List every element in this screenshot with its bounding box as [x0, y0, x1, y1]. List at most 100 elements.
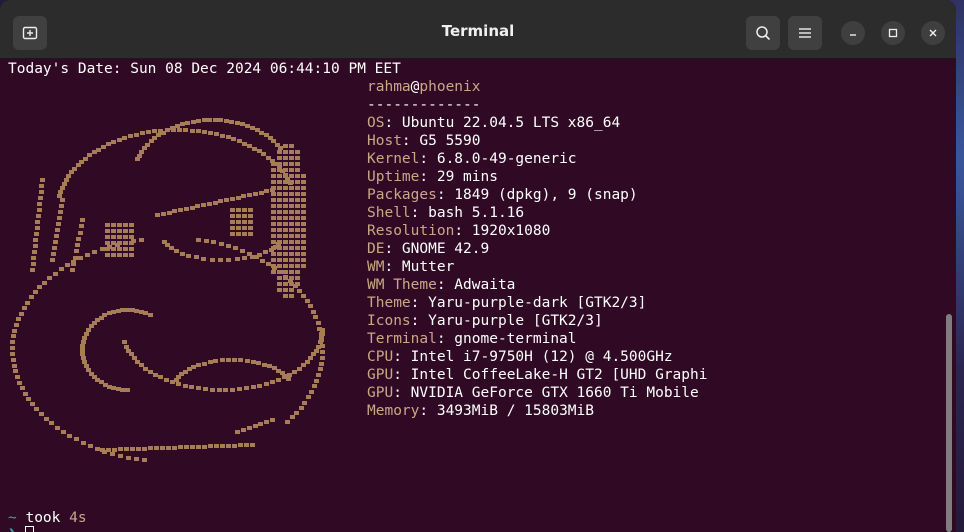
art-dot — [105, 235, 110, 239]
art-dot — [105, 247, 110, 251]
art-dot — [305, 299, 310, 303]
art-dot — [92, 250, 97, 254]
art-dot — [55, 426, 60, 430]
art-dot — [289, 180, 294, 184]
close-icon — [929, 29, 937, 37]
art-dot — [244, 386, 249, 390]
art-dot — [264, 420, 269, 424]
info-key: Icons — [367, 313, 411, 329]
art-dot — [283, 270, 288, 274]
art-dot — [289, 144, 294, 148]
art-dot — [283, 246, 288, 250]
info-value: : Intel i7-9750H (12) @ 4.500GHz — [393, 349, 673, 365]
art-dot — [283, 282, 288, 286]
art-dot — [180, 252, 185, 256]
art-dot — [56, 222, 61, 226]
info-value: : G5 5590 — [401, 133, 481, 149]
art-dot — [213, 359, 218, 363]
info-value: : Yaru-purple-dark [GTK2/3] — [410, 295, 647, 311]
art-dot — [35, 220, 40, 224]
art-dot — [283, 222, 288, 226]
art-dot — [316, 373, 321, 377]
art-dot — [125, 388, 130, 392]
art-dot — [226, 444, 231, 448]
art-dot — [295, 282, 300, 286]
close-button[interactable] — [921, 21, 945, 45]
art-dot — [44, 417, 49, 421]
art-dot — [220, 134, 225, 138]
art-dot — [208, 131, 213, 135]
art-dot — [283, 294, 288, 298]
info-value: : 1920x1080 — [454, 223, 551, 239]
art-dot — [285, 420, 290, 424]
art-dot — [42, 281, 47, 285]
maximize-icon — [888, 28, 898, 38]
art-dot — [289, 246, 294, 250]
art-dot — [137, 154, 142, 158]
art-dot — [301, 186, 306, 190]
art-dot — [217, 388, 222, 392]
art-dot — [124, 447, 129, 451]
art-dot — [19, 312, 24, 316]
art-dot — [139, 238, 144, 242]
art-dot — [301, 228, 306, 232]
art-dot — [235, 430, 240, 434]
info-value: : gnome-terminal — [436, 331, 577, 347]
menu-button[interactable] — [788, 16, 822, 50]
art-dot — [33, 238, 38, 242]
art-dot — [277, 252, 282, 256]
art-dot — [195, 204, 200, 208]
art-dot — [172, 209, 177, 213]
art-dot — [136, 447, 141, 451]
art-dot — [172, 446, 177, 450]
art-dot — [289, 240, 294, 244]
art-dot — [37, 208, 42, 212]
art-dot — [74, 437, 79, 441]
art-dot — [146, 130, 151, 134]
art-dot — [271, 180, 276, 184]
art-dot — [295, 156, 300, 160]
art-dot — [295, 198, 300, 202]
minimize-button[interactable] — [841, 21, 865, 45]
art-dot — [277, 186, 282, 190]
art-dot — [301, 258, 306, 262]
art-dot — [277, 162, 282, 166]
art-dot — [223, 388, 228, 392]
art-dot — [134, 457, 139, 461]
maximize-button[interactable] — [881, 21, 905, 45]
info-key: GPU — [367, 385, 394, 401]
art-dot — [148, 313, 153, 317]
art-dot — [105, 229, 110, 233]
art-dot — [271, 216, 276, 220]
art-dot — [242, 256, 247, 260]
art-dot — [20, 386, 25, 390]
art-dot — [301, 252, 306, 256]
search-button[interactable] — [746, 16, 780, 50]
separator-line: ------------- — [367, 97, 481, 113]
art-dot — [289, 276, 294, 280]
art-dot — [295, 150, 300, 154]
art-dot — [318, 367, 323, 371]
input-line[interactable]: ❯ — [8, 525, 35, 532]
art-dot — [238, 443, 243, 447]
art-dot — [73, 256, 78, 260]
terminal-output[interactable]: Today's Date: Sun 08 Dec 2024 06:44:10 P… — [0, 58, 956, 532]
art-dot — [295, 240, 300, 244]
art-dot — [250, 443, 255, 447]
info-key: Host — [367, 133, 402, 149]
art-dot — [59, 204, 64, 208]
art-dot — [289, 264, 294, 268]
art-dot — [210, 258, 215, 262]
art-dot — [283, 276, 288, 280]
art-dot — [30, 402, 35, 406]
art-dot — [283, 144, 288, 148]
art-dot — [295, 192, 300, 196]
art-dot — [49, 421, 54, 425]
info-value: : 1849 (dpkg), 9 (snap) — [436, 187, 638, 203]
art-dot — [277, 234, 282, 238]
art-dot — [238, 358, 243, 362]
prompt-dir: ~ — [8, 510, 17, 526]
art-dot — [289, 228, 294, 232]
art-dot — [277, 174, 282, 178]
scrollbar[interactable] — [946, 314, 952, 532]
